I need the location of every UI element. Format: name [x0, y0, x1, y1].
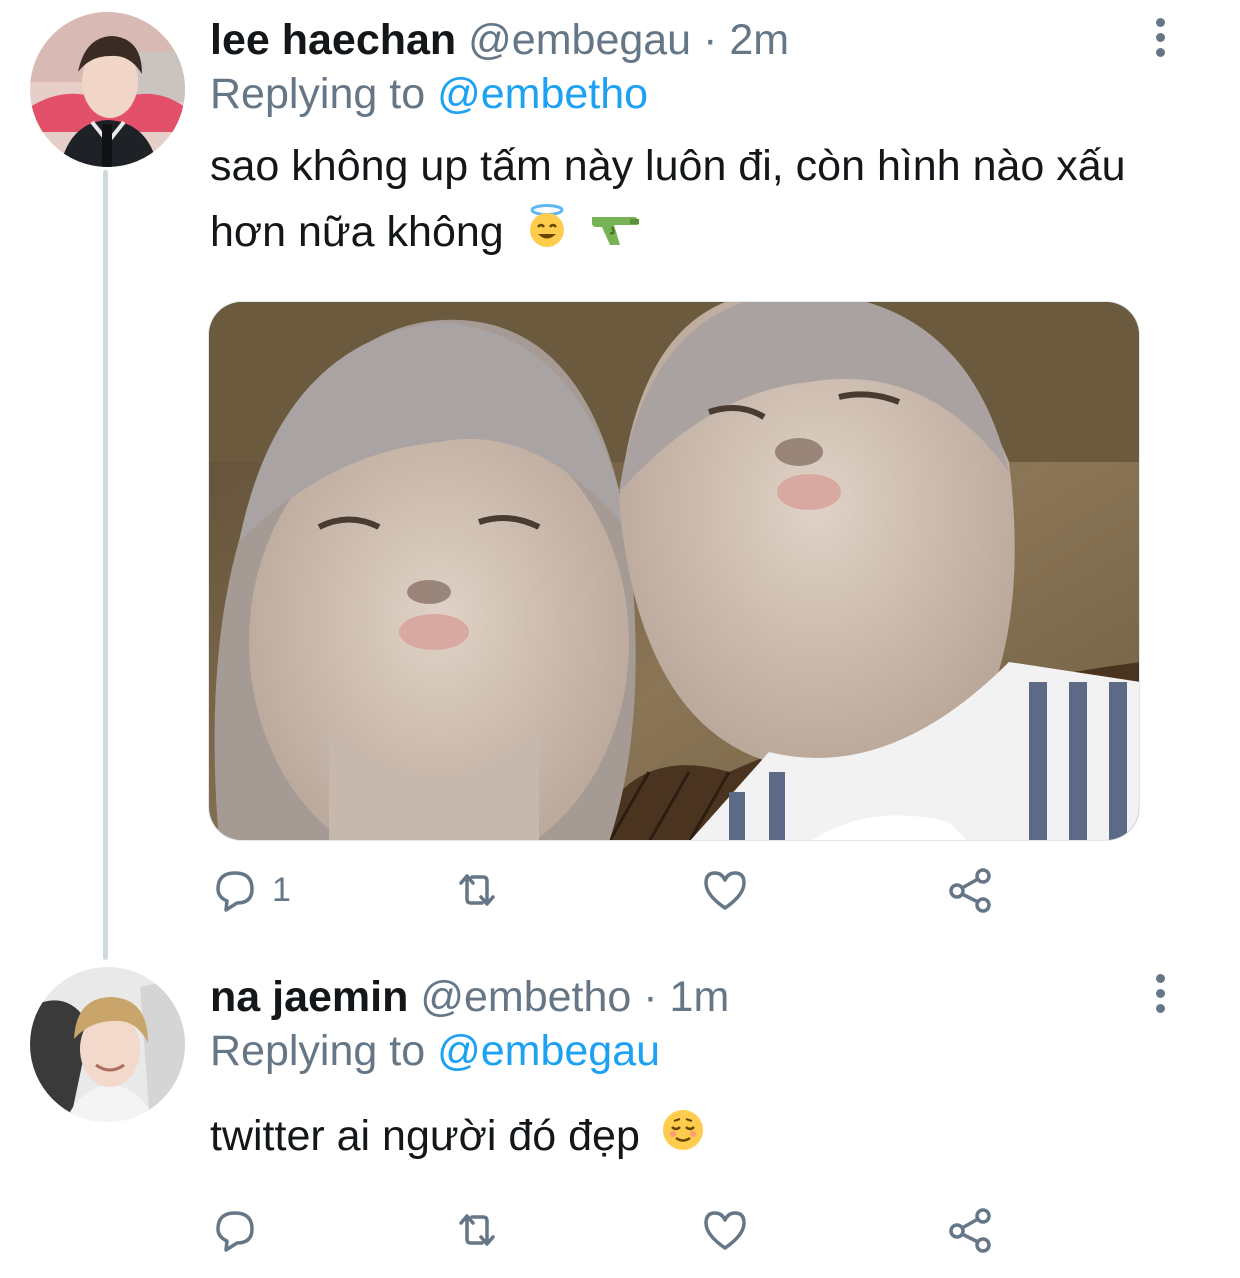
avatar[interactable] [30, 967, 185, 1122]
smiling-face-with-halo-icon [524, 202, 570, 268]
relieved-face-icon [660, 1106, 706, 1172]
reply-icon [216, 871, 254, 912]
like-button[interactable] [700, 865, 750, 915]
tweet-na-jaemin[interactable]: na jaemin @embetho · 1m Replying to @emb… [0, 960, 1240, 1278]
tweet-lee-haechan[interactable]: lee haechan @embegau · 2m Replying to @e… [0, 0, 1240, 960]
retweet-button[interactable] [452, 865, 502, 915]
reply-button[interactable] [210, 1205, 272, 1255]
reply-icon [216, 1211, 254, 1252]
timestamp[interactable]: 1m [670, 973, 730, 1021]
replying-prefix: Replying to [210, 1027, 426, 1075]
like-button[interactable] [700, 1205, 750, 1255]
avatar[interactable] [30, 12, 185, 167]
share-button[interactable] [945, 865, 995, 915]
display-name[interactable]: lee haechan [210, 16, 456, 64]
thread-line [103, 170, 108, 960]
heart-icon [704, 871, 746, 910]
tweet-text: sao không up tấm này luôn đi, còn hình n… [210, 133, 1170, 268]
tweet-media-photo[interactable] [208, 301, 1140, 841]
tweet-text: twitter ai người đó đẹp [210, 1103, 1170, 1172]
tweet-text-content: sao không up tấm này luôn đi, còn hình n… [210, 142, 1126, 256]
water-pistol-icon [590, 202, 640, 268]
tweet-text-content: twitter ai người đó đẹp [210, 1112, 640, 1160]
share-icon [949, 868, 991, 913]
more-options-icon[interactable] [1150, 974, 1170, 1014]
mention-link[interactable]: @embetho [437, 70, 648, 118]
tweet-header: na jaemin @embetho · 1m [210, 971, 729, 1023]
share-icon [949, 1208, 991, 1253]
heart-icon [704, 1211, 746, 1250]
tweet-actions: 1 [210, 865, 1010, 915]
separator-dot: · [643, 973, 658, 1021]
username[interactable]: @embetho [420, 973, 631, 1021]
display-name[interactable]: na jaemin [210, 973, 408, 1021]
reply-button[interactable]: 1 [210, 865, 291, 915]
retweet-icon [459, 1214, 495, 1246]
retweet-icon [459, 874, 495, 906]
username[interactable]: @embegau [468, 16, 691, 64]
tweet-header: lee haechan @embegau · 2m [210, 14, 789, 66]
replying-prefix: Replying to [210, 70, 426, 118]
mention-link[interactable]: @embegau [437, 1027, 660, 1075]
share-button[interactable] [945, 1205, 995, 1255]
timestamp[interactable]: 2m [729, 16, 789, 64]
separator-dot: · [703, 16, 718, 64]
tweet-actions [210, 1205, 1010, 1255]
retweet-button[interactable] [452, 1205, 502, 1255]
replying-to: Replying to @embetho [210, 68, 648, 120]
reply-count: 1 [272, 870, 291, 909]
replying-to: Replying to @embegau [210, 1025, 660, 1077]
more-options-icon[interactable] [1150, 18, 1170, 58]
